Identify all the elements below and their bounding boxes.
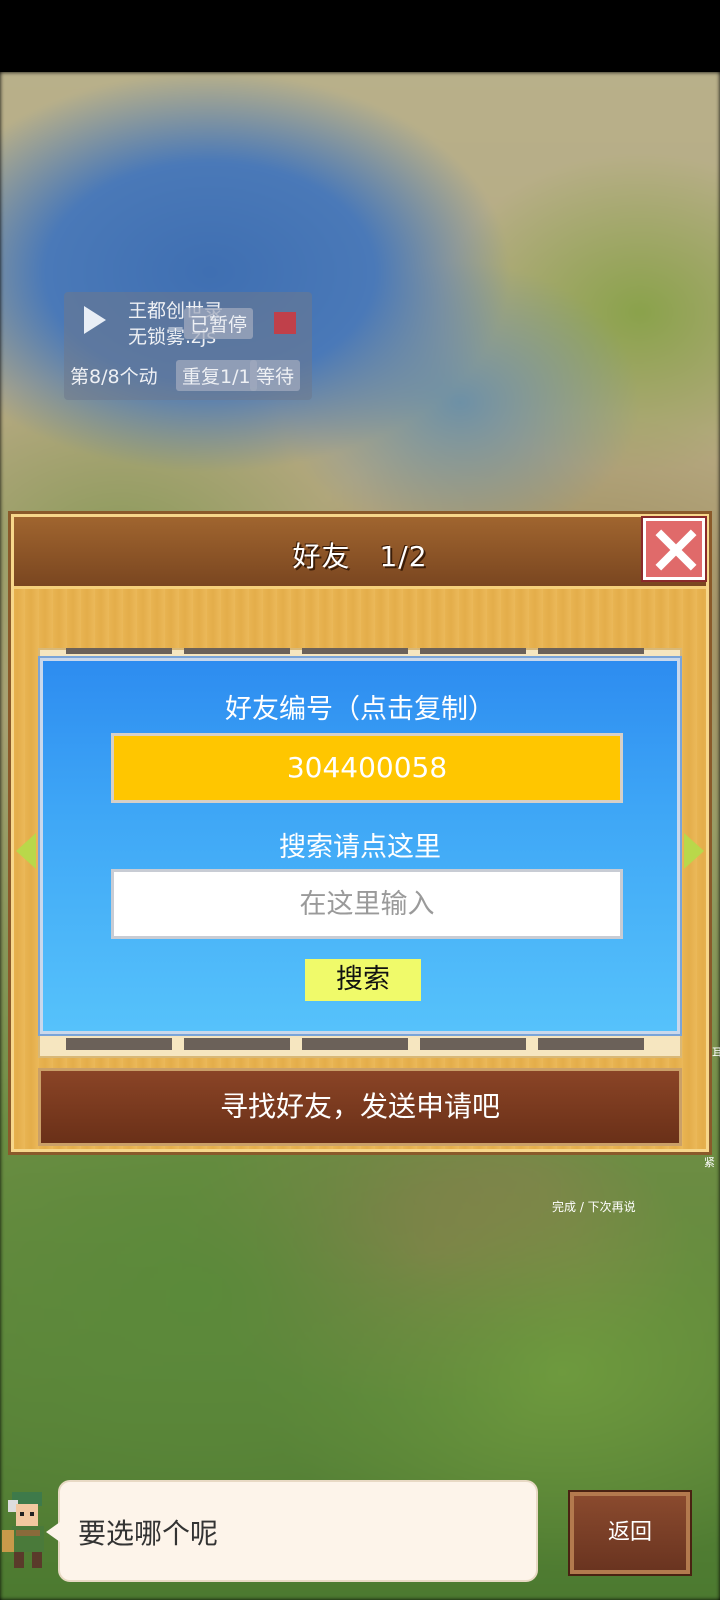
dialog-title: 好友 1/2 [292, 540, 428, 573]
find-friends-button[interactable]: 寻找好友，发送申请吧 [38, 1068, 682, 1146]
play-icon[interactable] [84, 306, 106, 334]
slot-divider [538, 648, 644, 654]
macro-control-overlay: 王都创世录 无锁雾.zjs 已暂停 第8/8个动 重复1/1 等待 [64, 292, 312, 400]
back-button[interactable]: 返回 [570, 1492, 690, 1574]
slot-divider [420, 648, 526, 654]
speech-text: 要选哪个呢 [78, 1517, 219, 1550]
slot-divider [66, 648, 172, 654]
slot-divider [302, 648, 408, 654]
slot-divider [420, 1038, 526, 1050]
slot-divider [184, 1038, 290, 1050]
friend-id-copy-box[interactable]: 304400058 [111, 733, 623, 803]
dialog-header: 好友 1/2 [14, 517, 706, 589]
tutorial-hint[interactable]: 完成 / 下次再说 [552, 1198, 636, 1215]
stop-icon[interactable] [274, 312, 296, 334]
friend-id-label: 好友编号（点击复制） [225, 694, 495, 725]
status-bar [0, 0, 720, 72]
friend-search-input[interactable] [111, 869, 623, 939]
next-page-arrow-icon[interactable] [684, 833, 704, 869]
slot-divider [184, 648, 290, 654]
repeat-badge: 重复1/1 [176, 360, 257, 391]
previous-page-arrow-icon[interactable] [16, 833, 36, 869]
edge-text: 紧 [704, 1156, 715, 1169]
edge-text: 耳 [712, 1046, 720, 1059]
search-label: 搜索请点这里 [279, 832, 441, 863]
wait-badge: 等待 [250, 360, 301, 391]
slot-divider [66, 1038, 172, 1050]
search-button[interactable]: 搜索 [305, 959, 421, 1001]
step-progress: 第8/8个动 [70, 366, 158, 388]
slot-divider [302, 1038, 408, 1050]
speech-bubble: 要选哪个呢 [46, 1480, 538, 1582]
slot-divider [538, 1038, 644, 1050]
close-icon[interactable] [643, 518, 705, 580]
paused-badge: 已暂停 [184, 308, 254, 339]
friend-search-panel: 好友编号（点击复制） 304400058 搜索请点这里 搜索 [40, 658, 680, 1034]
